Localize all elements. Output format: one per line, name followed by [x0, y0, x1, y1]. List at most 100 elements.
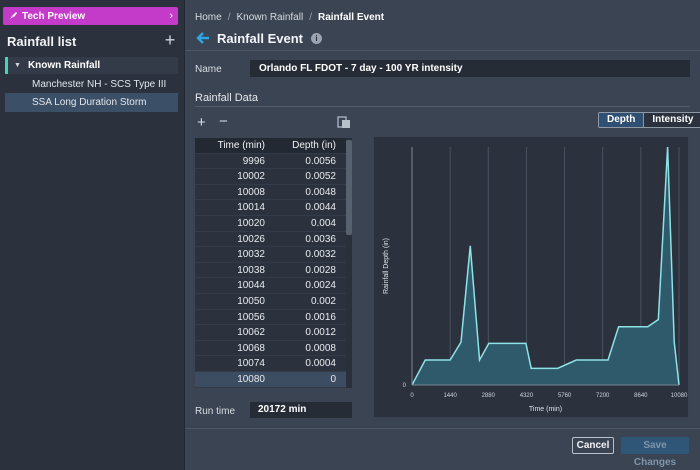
- cell-time[interactable]: 10038: [195, 263, 273, 278]
- x-tick-label: 10080: [671, 393, 688, 399]
- cell-depth[interactable]: 0.0048: [273, 185, 344, 200]
- back-arrow-icon[interactable]: [195, 30, 211, 46]
- paste-icon[interactable]: [337, 115, 351, 129]
- table-row[interactable]: 10026 0.0036: [195, 232, 352, 248]
- cell-depth[interactable]: 0.0052: [273, 169, 344, 184]
- table-row[interactable]: 10014 0.0044: [195, 200, 352, 216]
- tech-preview-banner[interactable]: Tech Preview ›: [3, 7, 178, 25]
- table-row[interactable]: 10038 0.0028: [195, 263, 352, 279]
- column-header-depth[interactable]: Depth (in): [273, 138, 344, 153]
- page-title: Rainfall Event: [217, 30, 303, 46]
- cell-depth[interactable]: 0.0032: [273, 247, 344, 262]
- breadcrumb-separator: /: [309, 12, 312, 23]
- table-row[interactable]: 10068 0.0008: [195, 341, 352, 357]
- table-row[interactable]: 10002 0.0052: [195, 169, 352, 185]
- cell-time[interactable]: 10074: [195, 356, 273, 371]
- divider: [185, 428, 700, 429]
- table-row[interactable]: 10008 0.0048: [195, 185, 352, 201]
- name-label: Name: [195, 64, 222, 75]
- cell-depth[interactable]: 0.0004: [273, 356, 344, 371]
- cell-depth[interactable]: 0.0044: [273, 200, 344, 215]
- x-tick-label: 0: [410, 393, 414, 399]
- breadcrumb-current: Rainfall Event: [317, 12, 385, 23]
- sidebar: Tech Preview › Rainfall list + ▼ Known R…: [0, 0, 185, 470]
- y-axis-label: Rainfall Depth (in): [383, 238, 390, 294]
- caret-down-icon: ▼: [14, 62, 21, 69]
- column-header-time[interactable]: Time (min): [195, 138, 273, 153]
- cell-depth[interactable]: 0.0028: [273, 263, 344, 278]
- x-axis-label: Time (min): [529, 406, 562, 413]
- cell-time[interactable]: 10020: [195, 216, 273, 231]
- x-tick-label: 8640: [634, 393, 648, 399]
- title-row: Rainfall Event i: [195, 30, 322, 46]
- x-tick-label: 1440: [443, 393, 457, 399]
- cell-depth[interactable]: 0.0024: [273, 278, 344, 293]
- table-scrollbar[interactable]: [346, 138, 352, 388]
- sidebar-item-label: Manchester NH - SCS Type III: [32, 79, 167, 90]
- table-header-row: Time (min) Depth (in): [195, 138, 352, 154]
- table-row[interactable]: 10080 0: [195, 371, 352, 388]
- run-time-value: 20172 min: [250, 402, 352, 418]
- rainfall-chart: 0 1440 2880 4320 5760 7200 8640 10080 0 Time (min…: [373, 136, 689, 418]
- cell-depth[interactable]: 0.0012: [273, 325, 344, 340]
- rocket-icon: [10, 12, 17, 19]
- save-changes-button[interactable]: Save Changes: [621, 437, 689, 468]
- chart-svg: 0 1440 2880 4320 5760 7200 8640 10080 0 Time (min…: [383, 146, 688, 413]
- breadcrumb-known-rainfall[interactable]: Known Rainfall: [236, 12, 303, 23]
- rainfall-data-table: Time (min) Depth (in) 9996 0.0056 10002 0.0…: [195, 138, 352, 388]
- sidebar-title: Rainfall list: [7, 34, 77, 49]
- table-row[interactable]: 10050 0.002: [195, 294, 352, 310]
- intensity-toggle-button[interactable]: Intensity: [644, 113, 700, 127]
- add-row-button[interactable]: +: [197, 114, 206, 131]
- cell-time[interactable]: 10050: [195, 294, 273, 309]
- table-row[interactable]: 10056 0.0016: [195, 310, 352, 326]
- info-icon[interactable]: i: [310, 32, 322, 44]
- table-row[interactable]: 10044 0.0024: [195, 278, 352, 294]
- depth-toggle-button[interactable]: Depth: [599, 113, 645, 127]
- sidebar-item-manchester[interactable]: Manchester NH - SCS Type III: [5, 75, 178, 94]
- table-row[interactable]: 10074 0.0004: [195, 356, 352, 372]
- table-row[interactable]: 9996 0.0056: [195, 154, 352, 170]
- table-row[interactable]: 10062 0.0012: [195, 325, 352, 341]
- sidebar-item-ssa-long-duration[interactable]: SSA Long Duration Storm: [5, 93, 178, 112]
- depth-intensity-toggle: Depth Intensity: [598, 112, 700, 128]
- table-row[interactable]: 10032 0.0032: [195, 247, 352, 263]
- remove-row-button[interactable]: −: [219, 113, 228, 130]
- add-rainfall-button[interactable]: +: [162, 31, 178, 49]
- cell-time[interactable]: 10044: [195, 278, 273, 293]
- cell-depth[interactable]: 0.004: [273, 216, 344, 231]
- cell-time[interactable]: 10026: [195, 232, 273, 247]
- breadcrumb: Home / Known Rainfall / Rainfall Event: [195, 12, 384, 23]
- cell-time[interactable]: 10014: [195, 200, 273, 215]
- cell-depth[interactable]: 0.0056: [273, 154, 344, 169]
- cell-time[interactable]: 10068: [195, 341, 273, 356]
- cell-depth[interactable]: 0.0016: [273, 310, 344, 325]
- sidebar-group-label: Known Rainfall: [27, 60, 101, 71]
- cell-depth[interactable]: 0.002: [273, 294, 344, 309]
- cell-depth[interactable]: 0.0036: [273, 232, 344, 247]
- name-input[interactable]: Orlando FL FDOT - 7 day - 100 YR intensi…: [250, 60, 690, 77]
- cell-time[interactable]: 10002: [195, 169, 273, 184]
- x-tick-label: 2880: [482, 393, 496, 399]
- table-body: 9996 0.0056 10002 0.0052 10008 0.0048 10014 0.0…: [195, 154, 352, 388]
- sidebar-group-known-rainfall[interactable]: ▼ Known Rainfall: [5, 57, 178, 74]
- scrollbar-thumb[interactable]: [346, 140, 352, 235]
- cell-depth[interactable]: 0: [273, 372, 344, 387]
- cell-time[interactable]: 9996: [195, 154, 273, 169]
- y-tick-label: 0: [403, 383, 407, 389]
- cell-time[interactable]: 10008: [195, 185, 273, 200]
- cancel-button[interactable]: Cancel: [572, 437, 614, 454]
- cell-depth[interactable]: 0.0008: [273, 341, 344, 356]
- tech-preview-label: Tech Preview: [22, 10, 86, 22]
- cell-time[interactable]: 10032: [195, 247, 273, 262]
- sidebar-item-label: SSA Long Duration Storm: [32, 97, 147, 108]
- table-row[interactable]: 10020 0.004: [195, 216, 352, 232]
- x-tick-label: 4320: [520, 393, 534, 399]
- x-tick-label: 5760: [558, 393, 572, 399]
- breadcrumb-home[interactable]: Home: [195, 12, 222, 23]
- cell-time[interactable]: 10056: [195, 310, 273, 325]
- x-tick-label: 7200: [596, 393, 610, 399]
- divider: [185, 50, 700, 51]
- cell-time[interactable]: 10062: [195, 325, 273, 340]
- cell-time[interactable]: 10080: [195, 372, 273, 387]
